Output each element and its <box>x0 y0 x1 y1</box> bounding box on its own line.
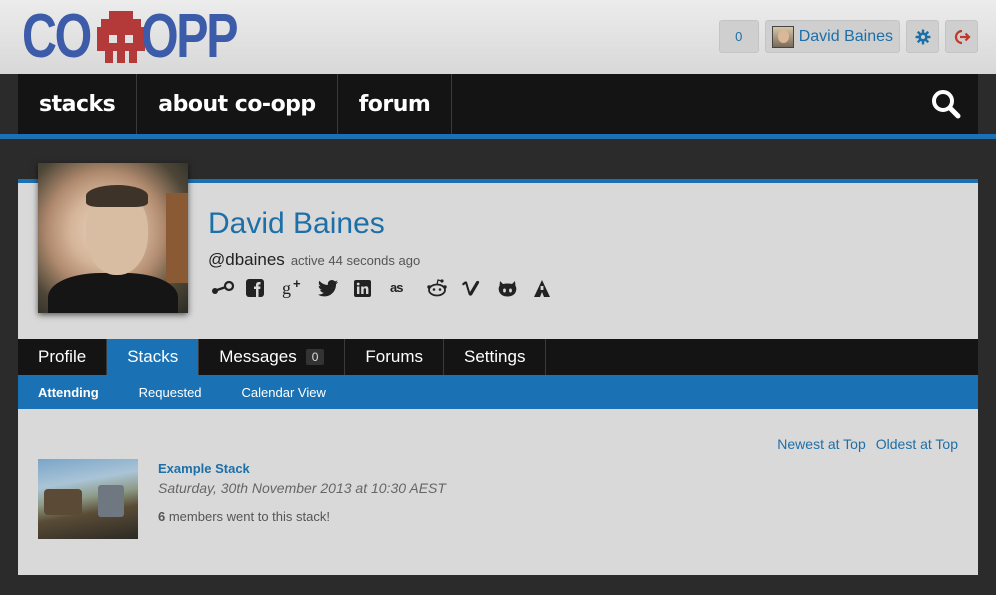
gear-icon <box>915 29 930 44</box>
profile-handle-row: @dbaines active 44 seconds ago <box>208 250 420 270</box>
notifications-button[interactable]: 0 <box>718 20 759 53</box>
svg-text:+: + <box>293 278 301 291</box>
linkedin-icon[interactable] <box>354 277 390 299</box>
logout-button[interactable] <box>945 20 978 53</box>
user-name: David Baines <box>798 27 893 45</box>
profile-activity: active 44 seconds ago <box>290 253 421 268</box>
search-icon[interactable] <box>930 88 962 120</box>
subtab-attending[interactable]: Attending <box>18 375 119 409</box>
reddit-icon[interactable] <box>426 277 462 299</box>
tab-profile[interactable]: Profile <box>18 339 108 375</box>
stack-date: Saturday, 30th November 2013 at 10:30 AE… <box>158 480 446 496</box>
svg-text:g: g <box>282 278 291 298</box>
stack-thumbnail[interactable] <box>38 459 138 539</box>
messages-count-badge: 0 <box>305 349 325 365</box>
logo-text-right: OPP <box>141 2 238 71</box>
google-plus-icon[interactable]: g + <box>282 277 318 299</box>
nav-item-about[interactable]: about co-opp <box>137 74 338 134</box>
tab-messages-label: Messages <box>219 347 297 366</box>
profile-handle: @dbaines <box>208 250 285 269</box>
social-links: g + as <box>210 277 570 299</box>
user-avatar-small <box>771 25 794 48</box>
main-nav: stacks about co-opp forum <box>18 74 978 134</box>
facebook-icon[interactable] <box>246 277 282 299</box>
tab-messages[interactable]: Messages 0 <box>199 339 346 375</box>
logo-invader-icon <box>97 11 145 63</box>
arma-icon[interactable] <box>534 277 570 299</box>
tab-profile-label: Profile <box>38 347 87 366</box>
subtab-requested[interactable]: Requested <box>119 375 222 409</box>
notifications-count: 0 <box>735 29 743 44</box>
site-logo[interactable]: CO OPP <box>22 2 263 71</box>
user-toolbar: 0 David Baines <box>718 20 978 53</box>
stack-title-link[interactable]: Example Stack <box>158 461 250 476</box>
subtab-calendar-view[interactable]: Calendar View <box>222 375 346 409</box>
profile-avatar <box>38 163 188 313</box>
tab-settings[interactable]: Settings <box>444 339 547 375</box>
user-menu-button[interactable]: David Baines <box>764 20 900 53</box>
tab-settings-label: Settings <box>464 347 526 366</box>
stack-members-text: members went to this stack! <box>165 509 330 524</box>
logout-icon <box>954 29 971 44</box>
profile-name: David Baines <box>208 207 385 240</box>
logo-text-left: CO <box>22 2 92 71</box>
profile-tabs: Profile Stacks Messages 0 Forums Settings <box>18 339 978 375</box>
nav-accent-strip <box>0 134 996 139</box>
twitter-icon[interactable] <box>318 277 354 299</box>
settings-button[interactable] <box>906 20 939 53</box>
sort-options: Newest at Top Oldest at Top <box>777 436 958 452</box>
tab-forums[interactable]: Forums <box>345 339 445 375</box>
lastfm-icon[interactable]: as <box>390 277 426 299</box>
stacks-subtabs: Attending Requested Calendar View <box>18 375 978 409</box>
tab-stacks-label: Stacks <box>127 347 179 366</box>
tab-forums-label: Forums <box>365 347 424 366</box>
vimeo-icon[interactable] <box>462 277 498 299</box>
nav-item-stacks[interactable]: stacks <box>18 74 138 134</box>
svg-text:as: as <box>390 280 403 295</box>
sort-newest-link[interactable]: Newest at Top <box>777 436 865 452</box>
steam-icon[interactable] <box>210 277 246 299</box>
stack-members: 6 members went to this stack! <box>158 509 330 524</box>
top-header: CO OPP 0 David Baines <box>0 0 996 74</box>
github-icon[interactable] <box>498 277 534 299</box>
nav-item-forum[interactable]: forum <box>338 74 453 134</box>
sort-oldest-link[interactable]: Oldest at Top <box>876 436 958 452</box>
tab-stacks[interactable]: Stacks <box>107 339 200 375</box>
